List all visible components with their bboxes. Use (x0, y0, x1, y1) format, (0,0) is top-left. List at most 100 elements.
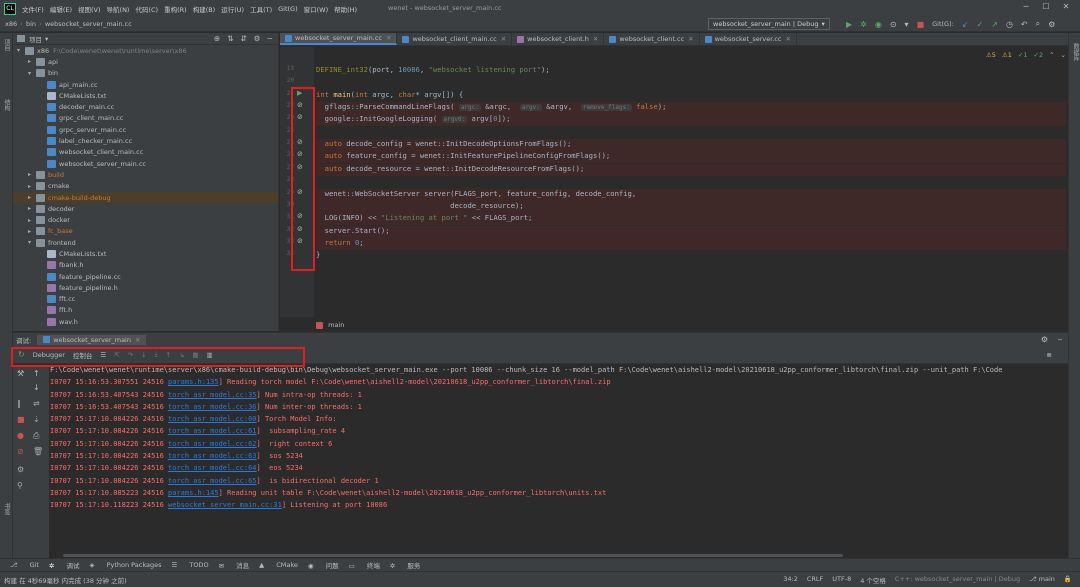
editor-tab[interactable]: websocket_client.h ✕ (512, 33, 605, 45)
chevron-down-icon[interactable]: ▾ (17, 47, 25, 54)
profile-icon[interactable]: ⊙ (890, 20, 897, 29)
editor-tab[interactable]: websocket_server.cc ✕ (700, 33, 797, 45)
tree-file[interactable]: grpc_client_main.cc (13, 113, 278, 124)
history-icon[interactable]: ◷ (1006, 20, 1013, 29)
code-line[interactable] (316, 127, 1066, 139)
menu-refactor[interactable]: 重构(R) (164, 4, 187, 14)
step-into-icon[interactable]: ↓ (141, 351, 146, 359)
more-icon[interactable]: ▾ (905, 20, 909, 29)
tree-folder[interactable]: ▸ build (13, 169, 278, 180)
code-line[interactable] (316, 176, 1066, 188)
menu-git[interactable]: Git(G) (278, 5, 298, 13)
tree-file[interactable]: label_checker_main.cc (13, 135, 278, 146)
tree-file[interactable]: grpc_server_main.cc (13, 124, 278, 135)
soft-wrap-icon[interactable]: ⇌ (33, 399, 40, 408)
code-line[interactable]: auto decode_resource = wenet::InitDecode… (316, 163, 1066, 176)
close-icon[interactable]: ✕ (688, 35, 693, 43)
code-line[interactable]: } (316, 250, 1066, 262)
breakpoint-invalid-icon[interactable]: ⊘ (297, 113, 303, 121)
force-step-into-icon[interactable]: ⤓ (155, 350, 158, 359)
git-branch[interactable]: ⎇ main (1029, 575, 1055, 585)
show-execution-point-icon[interactable]: ⇱ (114, 351, 119, 359)
caret-position[interactable]: 34:2 (783, 575, 798, 585)
memory-icon[interactable]: ▥ (207, 351, 213, 359)
horizontal-scrollbar[interactable] (63, 554, 843, 557)
menu-run[interactable]: 运行(U) (221, 4, 244, 14)
expand-all-icon[interactable]: ⇅ (227, 34, 233, 43)
debug-session-tab[interactable]: websocket_server_main ✕ (37, 334, 147, 345)
tree-folder[interactable]: ▸ cmake-build-debug (13, 191, 278, 204)
menu-help[interactable]: 帮助(H) (334, 4, 357, 14)
evaluate-icon[interactable]: ▦ (192, 351, 198, 359)
mute-breakpoints-icon[interactable]: ⊘ (17, 447, 24, 456)
tab-services[interactable]: ✲ 服务 (390, 560, 421, 570)
code-line[interactable]: server.Start(); (316, 225, 1066, 238)
tree-folder[interactable]: ▸ docker (13, 214, 278, 225)
code-line[interactable]: gflags::ParseCommandLineFlags( argc: &ar… (316, 102, 1066, 115)
chevron-right-icon[interactable]: ▸ (28, 58, 36, 65)
tree-folder[interactable]: ▸ cmake (13, 181, 278, 192)
pause-icon[interactable]: ‖ (17, 399, 21, 408)
close-icon[interactable]: ✕ (501, 35, 506, 43)
breadcrumb-file[interactable]: websocket_server_main.cc (45, 20, 132, 28)
build-status[interactable]: 构建 在 4秒69毫秒 内完成 (38 分钟 之前) (4, 575, 127, 585)
chevron-down-icon[interactable]: ▾ (28, 70, 36, 77)
code-line[interactable]: LOG(INFO) << "Listening at port " << FLA… (316, 213, 1066, 226)
hide-icon[interactable]: ─ (267, 34, 272, 43)
indent-setting[interactable]: 4 个空格 (860, 575, 886, 585)
code-breadcrumb[interactable]: main (316, 321, 344, 329)
breakpoint-invalid-icon[interactable]: ⊘ (297, 138, 303, 146)
filter-icon[interactable]: ≣ (1047, 351, 1052, 359)
breakpoint-invalid-icon[interactable]: ⊘ (297, 212, 303, 220)
tree-file[interactable]: websocket_server_main.cc (13, 158, 278, 169)
step-over-icon[interactable]: ↷ (128, 351, 133, 359)
view-breakpoints-icon[interactable]: ● (17, 431, 24, 440)
prev-issue-icon[interactable]: ⌃ (1049, 51, 1054, 59)
tree-file[interactable]: wav.h (13, 316, 278, 327)
print-icon[interactable]: ⎙ (33, 431, 39, 441)
breakpoint-invalid-icon[interactable]: ⊘ (297, 150, 303, 158)
menu-tools[interactable]: 工具(T) (250, 4, 272, 14)
gear-icon[interactable]: ⚙ (1041, 335, 1048, 344)
database-tool-label[interactable]: 数据库 (1071, 43, 1080, 61)
code-line[interactable] (316, 77, 1066, 89)
hide-icon[interactable]: ─ (1058, 336, 1062, 344)
tree-folder[interactable]: ▾ x86 F:\Code\wenet\wenet\runtime\server\x… (13, 45, 278, 56)
close-icon[interactable]: ✕ (786, 35, 791, 43)
inspection-widget[interactable]: ⚠5 ⚠1 ✓1 ✓2 ⌃ ⌄ (980, 51, 1066, 59)
bookmarks-tool-label[interactable]: 书签 (2, 503, 11, 515)
rerun-icon[interactable]: ↻ (18, 350, 25, 359)
chevron-right-icon[interactable]: ▸ (28, 194, 36, 201)
code-line[interactable]: wenet::WebSocketServer server(FLAGS_port… (316, 188, 1066, 201)
scroll-end-icon[interactable]: ⇣ (33, 415, 40, 424)
menu-window[interactable]: 窗口(W) (304, 4, 329, 14)
tab-console[interactable]: 控制台 (73, 350, 93, 360)
close-icon[interactable]: ✕ (386, 34, 391, 42)
tab-terminal[interactable]: ▭ 终端 (349, 560, 380, 570)
wrench-icon[interactable]: ⚒ (17, 369, 24, 378)
tree-folder[interactable]: ▾ frontend (13, 237, 278, 248)
tree-file[interactable]: feature_pipeline.cc (13, 271, 278, 282)
arrow-down-icon[interactable]: ↓ (33, 383, 40, 392)
breadcrumb-bin[interactable]: bin (26, 20, 36, 28)
git-update-icon[interactable]: ↙ (962, 20, 969, 29)
close-icon[interactable]: ✕ (135, 336, 140, 344)
code-view[interactable]: DEFINE_int32(port, 10086, "websocket lis… (316, 47, 1080, 317)
maximize-icon[interactable]: ☐ (1036, 2, 1056, 11)
menu-edit[interactable]: 编辑(E) (50, 4, 72, 14)
line-ending[interactable]: CRLF (807, 575, 823, 585)
debug-icon[interactable]: ✲ (860, 20, 867, 29)
menu-view[interactable]: 视图(V) (78, 4, 101, 14)
minimize-icon[interactable]: ─ (1016, 2, 1036, 11)
structure-tool-label[interactable]: 结构 (2, 99, 11, 111)
tree-folder[interactable]: ▸ fc_base (13, 226, 278, 237)
chevron-right-icon[interactable]: ▸ (28, 171, 36, 178)
run-configuration-select[interactable]: websocket_server_main | Debug ▾ (708, 18, 830, 30)
locate-icon[interactable]: ⊕ (214, 34, 220, 43)
chevron-right-icon[interactable]: ▸ (28, 205, 36, 212)
tree-file[interactable]: decoder_main.cc (13, 101, 278, 112)
tree-file[interactable]: api_main.cc (13, 79, 278, 90)
coverage-icon[interactable]: ◉ (875, 20, 882, 29)
chevron-down-icon[interactable]: ▾ (45, 35, 48, 43)
search-icon[interactable]: ⌕ (1036, 19, 1040, 29)
